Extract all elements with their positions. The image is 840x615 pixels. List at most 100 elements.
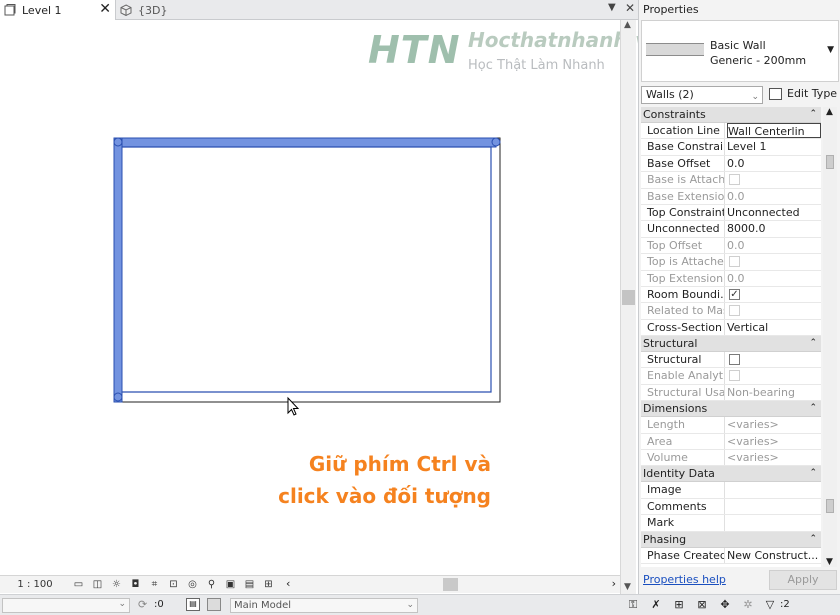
property-row[interactable]: Comments xyxy=(641,498,821,516)
scroll-left-icon[interactable]: ‹ xyxy=(286,577,290,590)
wall-type-thumbnail xyxy=(646,43,704,56)
visual-style-icon[interactable]: ◫ xyxy=(89,578,106,592)
shadows-icon[interactable]: ◘ xyxy=(127,578,144,592)
type-selector[interactable]: Basic Wall Generic - 200mm ▼ xyxy=(641,20,839,82)
apply-button[interactable]: Apply xyxy=(769,570,837,590)
reveal-hidden-icon[interactable]: ⚲ xyxy=(203,578,220,592)
scroll-up-icon[interactable]: ▲ xyxy=(624,20,631,30)
collapse-icon[interactable]: ⌃ xyxy=(809,466,817,481)
collapse-icon[interactable]: ⌃ xyxy=(809,107,817,122)
sync-icon[interactable]: ⟳ xyxy=(138,598,147,611)
checkbox-checked-icon[interactable]: ✓ xyxy=(729,288,740,300)
drawing-area[interactable]: HTN Hocthatnhanh.vn Học Thật Làm Nhanh G… xyxy=(0,20,663,575)
property-row[interactable]: Location Line Wall Centerlin xyxy=(641,123,821,140)
property-row[interactable]: Phase Created New Construct... xyxy=(641,547,821,564)
workset-dropdown[interactable]: ⌄ xyxy=(2,598,130,613)
canvas-horizontal-scrollbar[interactable]: ‹ › xyxy=(286,577,616,591)
tab-list-chevron-icon[interactable]: ▼ xyxy=(608,2,616,13)
drag-elements-icon[interactable]: ✥ xyxy=(717,598,733,612)
close-view-icon[interactable]: ✕ xyxy=(625,1,635,15)
active-model-dropdown[interactable]: Main Model ⌄ xyxy=(230,598,418,613)
property-group-header[interactable]: Structural ⌃ xyxy=(641,336,821,353)
wall-end-grip[interactable] xyxy=(113,392,123,402)
select-pinned-icon[interactable]: ⊞ xyxy=(671,598,687,612)
property-value[interactable]: New Construct... xyxy=(727,548,821,563)
property-value[interactable] xyxy=(727,482,821,497)
property-group-header[interactable]: Dimensions ⌃ xyxy=(641,401,821,418)
worksharing-display-icon[interactable]: ▤ xyxy=(241,578,258,592)
collapse-icon[interactable]: ⌃ xyxy=(809,336,817,351)
design-options-icon[interactable] xyxy=(207,598,221,611)
property-value: <varies> xyxy=(727,434,779,448)
background-process-icon[interactable]: ✲ xyxy=(740,598,756,612)
property-row[interactable]: Top Constraint Unconnected xyxy=(641,204,821,222)
checkbox-icon xyxy=(729,174,740,186)
selected-wall-left[interactable] xyxy=(113,137,123,403)
wall-end-grip[interactable] xyxy=(113,137,123,147)
property-group-header[interactable]: Identity Data ⌃ xyxy=(641,466,821,483)
scroll-up-icon[interactable]: ▲ xyxy=(826,107,833,117)
property-row[interactable]: Mark xyxy=(641,515,821,532)
scroll-thumb[interactable] xyxy=(826,155,834,169)
close-icon[interactable]: ✕ xyxy=(99,2,111,16)
property-value[interactable] xyxy=(727,515,821,530)
scroll-thumb[interactable] xyxy=(826,499,834,513)
lock-3d-icon[interactable]: ▣ xyxy=(222,578,239,592)
select-underlay-icon[interactable]: ✗ xyxy=(648,598,664,612)
property-name: Location Line xyxy=(641,123,725,139)
property-row[interactable]: Unconnected ... 8000.0 xyxy=(641,221,821,238)
detail-level-icon[interactable]: ▭ xyxy=(70,578,87,592)
property-value[interactable] xyxy=(727,352,821,367)
selected-wall-top[interactable] xyxy=(113,137,497,148)
scroll-thumb[interactable] xyxy=(622,290,635,305)
property-value[interactable]: 8000.0 xyxy=(727,221,821,236)
property-group-header[interactable]: Phasing ⌃ xyxy=(641,531,821,548)
view-scale[interactable]: 1 : 100 xyxy=(0,579,70,590)
property-row[interactable]: Image xyxy=(641,482,821,499)
sun-path-icon[interactable]: ☼ xyxy=(108,578,125,592)
tab-3d-view[interactable]: {3D} xyxy=(116,0,236,20)
wall-end-grip[interactable] xyxy=(491,137,501,147)
palette-title: Properties xyxy=(643,3,699,16)
property-value[interactable] xyxy=(727,499,821,514)
filter-icon[interactable]: ▽ xyxy=(762,598,778,612)
property-name: Cross-Section xyxy=(641,319,725,336)
properties-help-link[interactable]: Properties help xyxy=(643,573,726,586)
property-value[interactable]: 0.0 xyxy=(727,156,821,171)
crop-view-icon[interactable]: ⌗ xyxy=(146,578,163,592)
edit-type-icon xyxy=(769,88,782,100)
chevron-down-icon[interactable]: ▼ xyxy=(827,45,834,55)
canvas-vertical-scrollbar[interactable]: ▲ ▼ xyxy=(620,20,636,595)
property-name: Base Extensio... xyxy=(641,188,725,204)
tab-level-1[interactable]: Level 1 ✕ xyxy=(0,0,116,20)
selection-filter-dropdown[interactable]: Walls (2) ⌄ xyxy=(641,86,763,104)
show-crop-icon[interactable]: ⊡ xyxy=(165,578,182,592)
select-links-icon[interactable]: ⚿ xyxy=(625,598,641,612)
edit-type-button[interactable]: Edit Type xyxy=(767,86,839,104)
editing-requests-icon[interactable]: ▤ xyxy=(186,598,200,611)
properties-scrollbar[interactable]: ▲ ▼ xyxy=(823,107,837,567)
property-group-header[interactable]: Constraints ⌃ xyxy=(641,107,821,123)
property-name: Base is Attach... xyxy=(641,172,725,188)
property-row[interactable]: Structural xyxy=(641,352,821,369)
select-by-face-icon[interactable]: ⊠ xyxy=(694,598,710,612)
analytical-model-icon[interactable]: ⊞ xyxy=(260,578,277,592)
property-row[interactable]: Room Boundi... ✓ xyxy=(641,286,821,304)
temporary-hide-icon[interactable]: ◎ xyxy=(184,578,201,592)
property-row[interactable]: Base Offset 0.0 xyxy=(641,155,821,173)
collapse-icon[interactable]: ⌃ xyxy=(809,401,817,416)
property-value[interactable]: Level 1 xyxy=(727,139,821,154)
scroll-thumb[interactable] xyxy=(443,578,458,591)
property-row[interactable]: Cross-Section Vertical xyxy=(641,319,821,337)
checkbox-icon[interactable] xyxy=(729,354,740,366)
scroll-down-icon[interactable]: ▼ xyxy=(826,557,833,567)
scroll-right-icon[interactable]: › xyxy=(612,577,616,590)
property-value[interactable]: Wall Centerlin xyxy=(727,123,821,139)
property-row[interactable]: Base ConstraintLevel 1 xyxy=(641,139,821,156)
property-value[interactable]: Unconnected xyxy=(727,205,821,220)
sync-count: :0 xyxy=(154,599,164,610)
property-value[interactable]: ✓ xyxy=(727,287,821,302)
property-value[interactable]: Vertical xyxy=(727,320,821,335)
collapse-icon[interactable]: ⌃ xyxy=(809,532,817,547)
scroll-down-icon[interactable]: ▼ xyxy=(624,582,631,592)
